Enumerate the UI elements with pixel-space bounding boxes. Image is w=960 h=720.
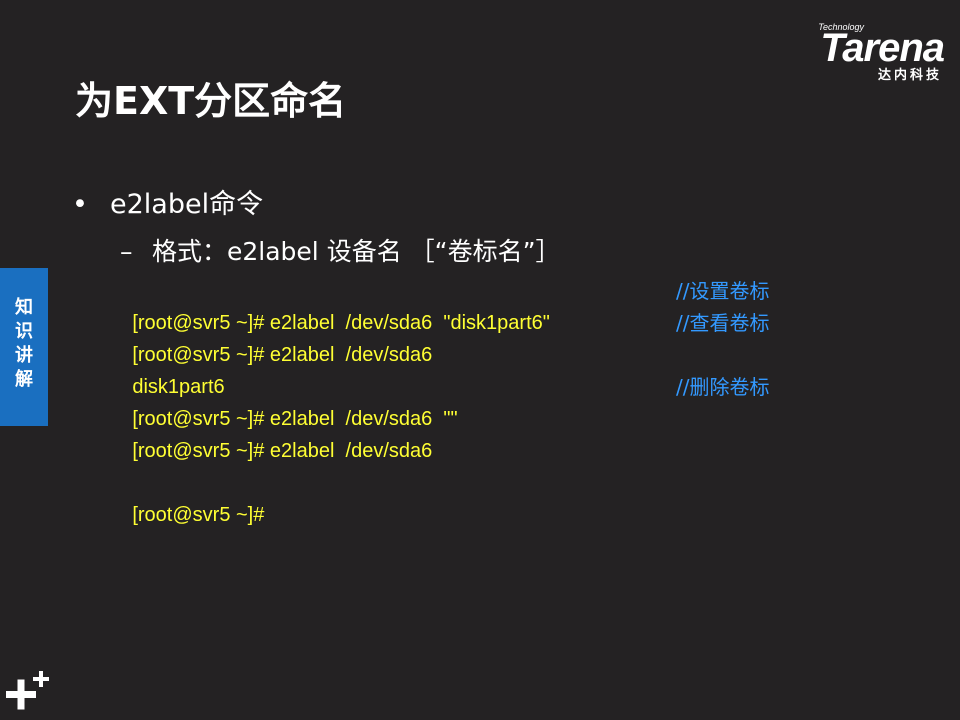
code-comment: //删除卷标	[676, 375, 770, 399]
code-line: [root@svr5 ~]#	[99, 467, 550, 526]
sub-bullet-text: 格式：e2label 设备名 ［“卷标名”］	[152, 237, 561, 266]
logo-chinese-name: 达内科技	[877, 68, 942, 83]
code-comment: //设置卷标	[676, 279, 770, 303]
tarena-logo: Technology Tarena 达内科技	[774, 22, 945, 84]
code-line: [root@svr5 ~]# e2label /dev/sda6 "disk1p…	[99, 275, 769, 334]
code-line: [root@svr5 ~]# e2label /dev/sda6 //查看卷标	[99, 307, 769, 366]
bullet-text: e2label命令	[110, 189, 264, 220]
slide: Technology Tarena 达内科技 为EXT分区命名 • e2label…	[0, 0, 960, 720]
bullet-item: • e2label命令	[72, 182, 263, 221]
side-tab-label: 知 识 讲 解	[15, 297, 33, 390]
sub-bullet-marker: –	[120, 237, 133, 266]
side-tab-knowledge: 知 识 讲 解	[0, 268, 48, 426]
bullet-marker: •	[72, 189, 88, 220]
code-line: disk1part6	[99, 339, 550, 398]
code-block: [root@svr5 ~]# e2label /dev/sda6 "disk1p…	[99, 275, 769, 526]
sub-bullet-item: – 格式：e2label 设备名 ［“卷标名”］	[120, 232, 561, 268]
code-line: [root@svr5 ~]# e2label /dev/sda6	[99, 403, 550, 462]
code-prompt: [root@svr5 ~]#	[132, 504, 265, 526]
plus-mark-icon	[6, 671, 49, 710]
code-comment: //查看卷标	[676, 311, 770, 335]
slide-title: 为EXT分区命名	[75, 79, 347, 123]
logo-wordmark: Tarena	[820, 26, 945, 70]
code-line: [root@svr5 ~]# e2label /dev/sda6 "" //删除…	[99, 371, 769, 430]
